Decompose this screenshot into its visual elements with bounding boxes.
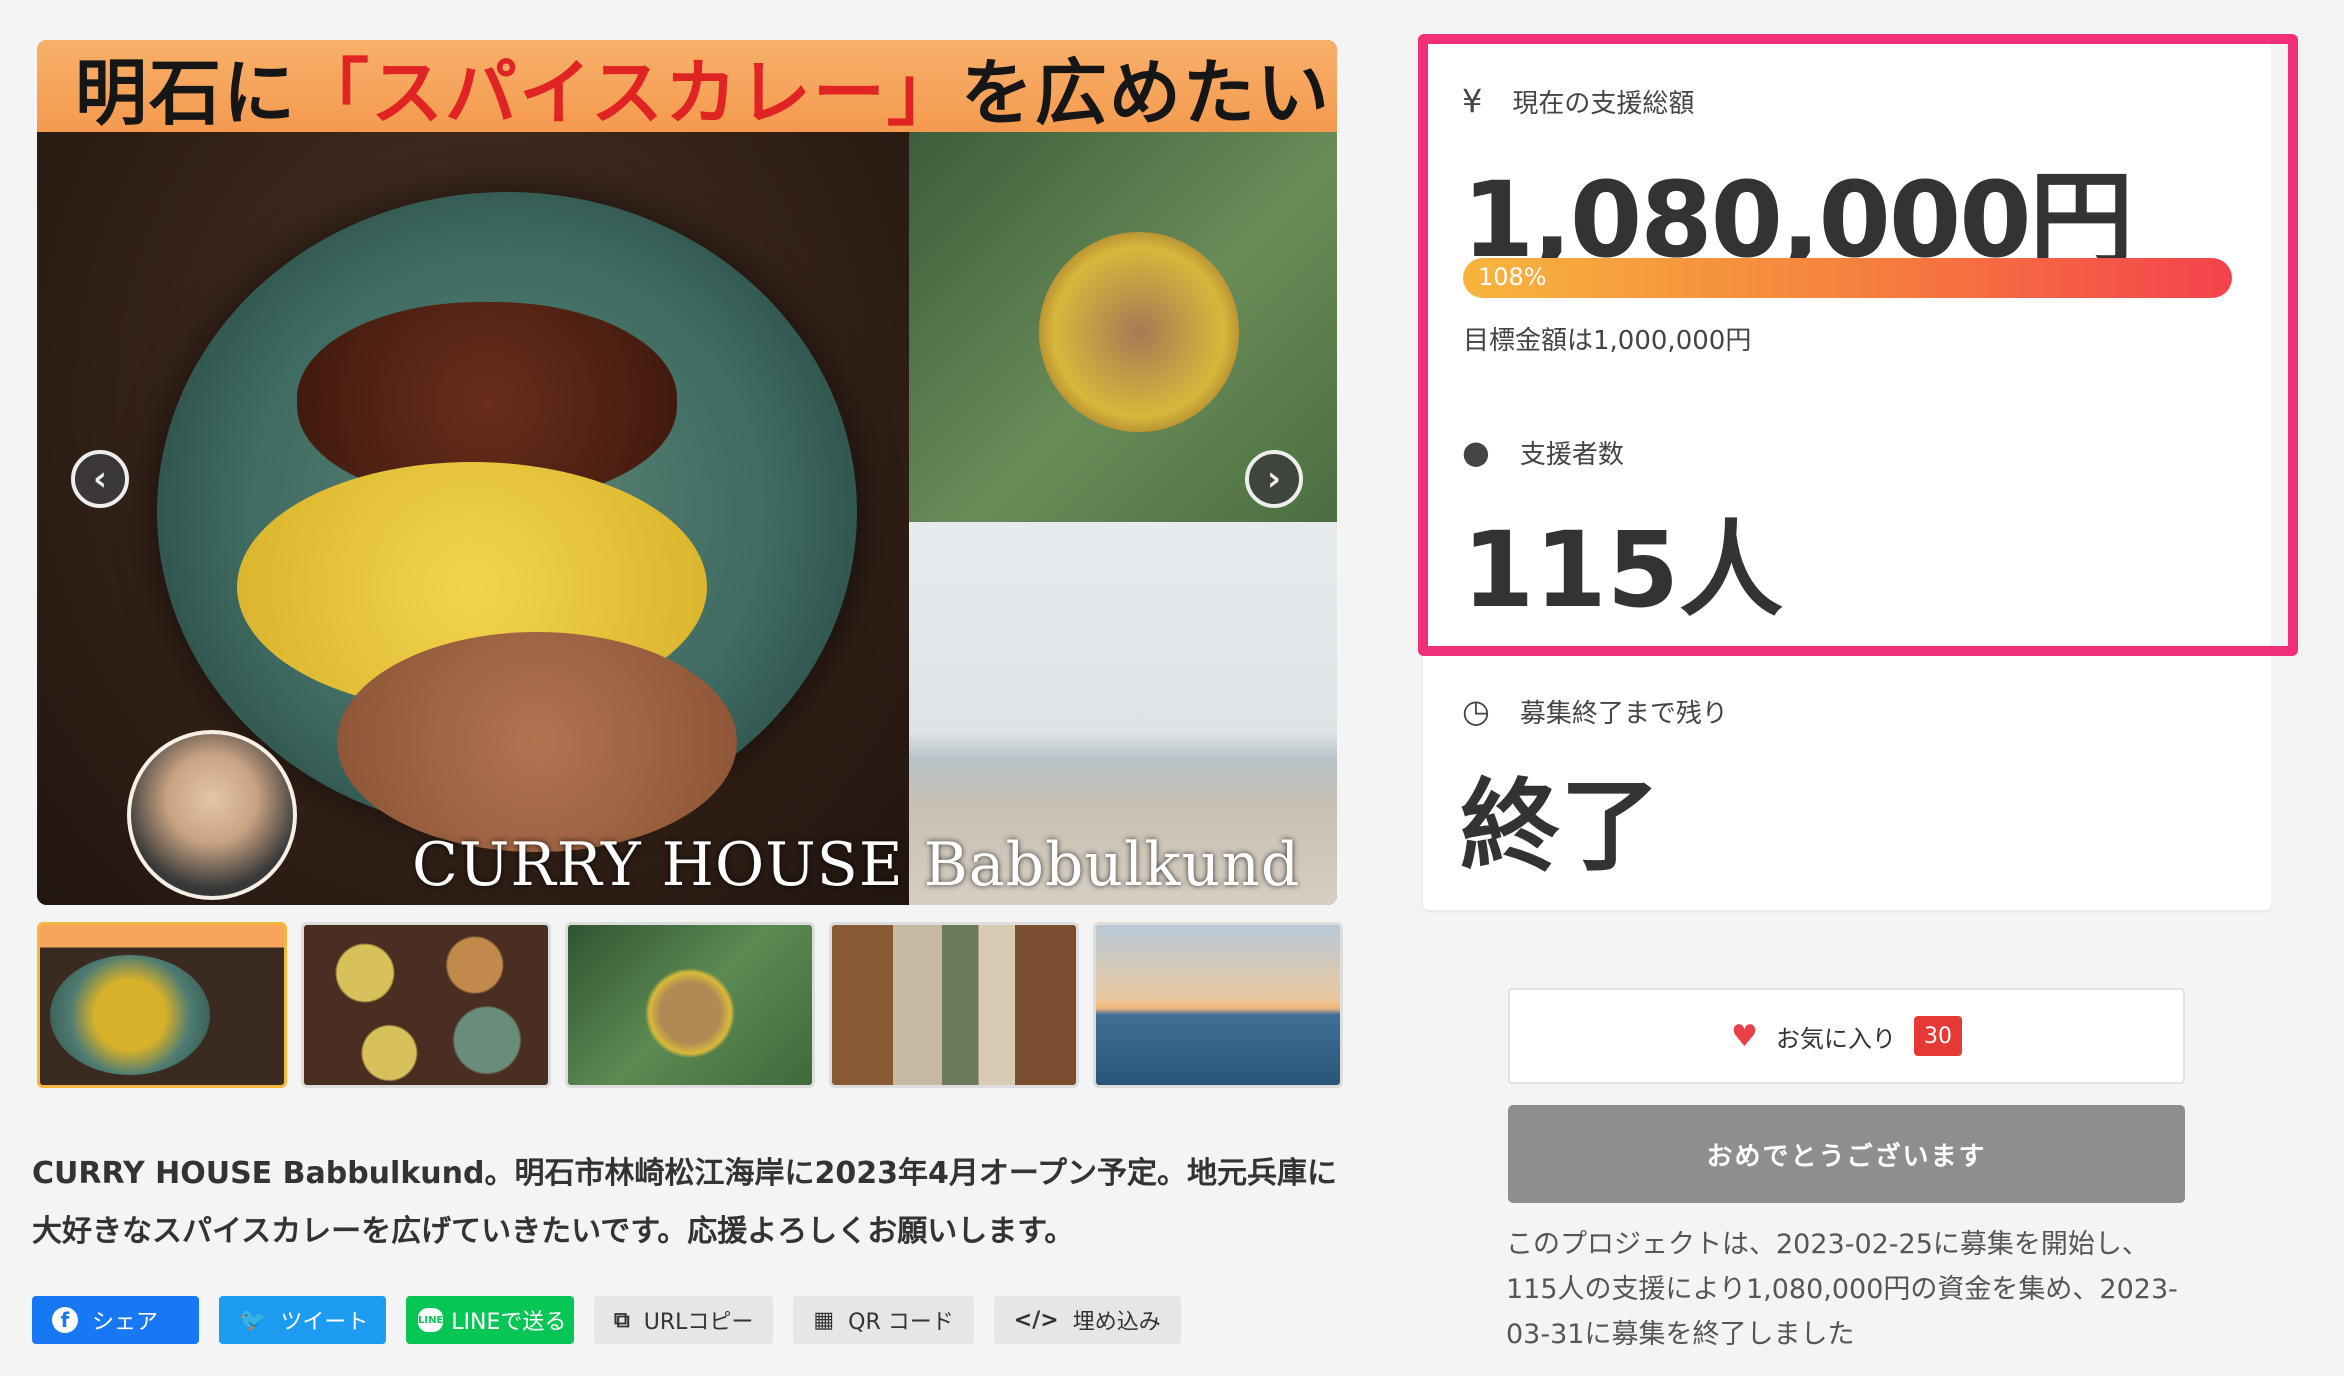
- embed-button[interactable]: </> 埋め込み: [993, 1296, 1181, 1344]
- qr-code-label: QR コード: [848, 1310, 954, 1335]
- code-icon: </>: [1013, 1307, 1059, 1333]
- qr-code-icon: ▦: [813, 1307, 835, 1333]
- backers-count: 115人: [1462, 509, 1784, 631]
- thumbnail-4[interactable]: [829, 922, 1079, 1088]
- hero-banner: 明石に 「スパイスカレー」 を広めたい！: [37, 40, 1337, 135]
- person-icon: ●: [1462, 433, 1490, 471]
- progress-percent: 108%: [1478, 263, 1547, 291]
- thumbnail-3[interactable]: [565, 922, 815, 1088]
- yen-icon: ¥: [1462, 82, 1483, 120]
- clock-icon: ◷: [1462, 692, 1490, 730]
- keema-curry: [337, 632, 737, 852]
- thumbnail-1[interactable]: [37, 922, 287, 1088]
- facebook-share-label: シェア: [92, 1310, 159, 1335]
- thumbnail-plate: [50, 955, 210, 1075]
- url-copy-label: URLコピー: [643, 1310, 754, 1335]
- backers-label: ● 支援者数: [1462, 433, 1624, 471]
- favorite-button[interactable]: ♥ お気に入り 30: [1508, 988, 2185, 1084]
- goal-amount: 目標金額は1,000,000円: [1463, 326, 1752, 356]
- facebook-icon: f: [52, 1307, 78, 1333]
- owner-avatar: [127, 730, 297, 900]
- line-icon: LINE: [418, 1308, 444, 1332]
- line-share-label: LINEで送る: [451, 1310, 567, 1335]
- twitter-share-button[interactable]: 🐦 ツイート: [219, 1296, 386, 1344]
- url-copy-button[interactable]: ⧉ URLコピー: [594, 1296, 774, 1344]
- copy-icon: ⧉: [614, 1307, 630, 1333]
- project-description: CURRY HOUSE Babbulkund。明石市林崎松江海岸に2023年4月…: [32, 1156, 1338, 1249]
- funding-progress-fill: [1463, 258, 2232, 298]
- chevron-left-icon: ‹: [92, 459, 107, 499]
- funding-progress-bar: [1463, 258, 2232, 298]
- thumbnail-strip: [37, 922, 1343, 1088]
- twitter-icon: 🐦: [239, 1307, 267, 1333]
- total-amount-label-text: 現在の支援総額: [1512, 88, 1695, 119]
- slide-prev-button[interactable]: ‹: [71, 450, 129, 508]
- facebook-share-button[interactable]: f シェア: [32, 1296, 199, 1344]
- banner-suffix: を広めたい！: [960, 50, 1337, 135]
- heart-icon: ♥: [1731, 1018, 1758, 1054]
- total-amount-label: ¥ 現在の支援総額: [1462, 82, 1694, 120]
- twitter-share-label: ツイート: [280, 1310, 369, 1335]
- remaining-label-text: 募集終了まで残り: [1519, 698, 1728, 729]
- line-share-button[interactable]: LINE LINEで送る: [406, 1296, 574, 1344]
- banner-highlight: 「スパイスカレー」: [297, 50, 961, 135]
- congrats-button[interactable]: おめでとうございます: [1508, 1105, 2185, 1203]
- leaf-curry: [1039, 232, 1239, 432]
- remaining-value: 終了: [1460, 768, 1660, 885]
- qr-code-button[interactable]: ▦ QR コード: [793, 1296, 974, 1344]
- share-bar: f シェア 🐦 ツイート LINE LINEで送る ⧉ URLコピー ▦ QR …: [32, 1296, 1181, 1344]
- thumbnail-2[interactable]: [301, 922, 551, 1088]
- banner-prefix: 明石に: [75, 50, 298, 135]
- slide-next-button[interactable]: ›: [1245, 450, 1303, 508]
- favorite-label: お気に入り: [1775, 1024, 1896, 1053]
- remaining-label: ◷ 募集終了まで残り: [1462, 692, 1728, 730]
- thumbnail-5[interactable]: [1093, 922, 1343, 1088]
- chevron-right-icon: ›: [1266, 459, 1281, 499]
- hero-caption: CURRY HOUSE Babbulkund: [412, 830, 1301, 900]
- project-summary: このプロジェクトは、2023-02-25に募集を開始し、115人の支援により1,…: [1506, 1229, 2178, 1350]
- backers-label-text: 支援者数: [1519, 439, 1624, 470]
- favorite-count-badge: 30: [1913, 1016, 1962, 1056]
- hero-image[interactable]: 明石に 「スパイスカレー」 を広めたい！ CURRY HOUSE Babbulk…: [37, 40, 1337, 905]
- embed-label: 埋め込み: [1072, 1310, 1161, 1335]
